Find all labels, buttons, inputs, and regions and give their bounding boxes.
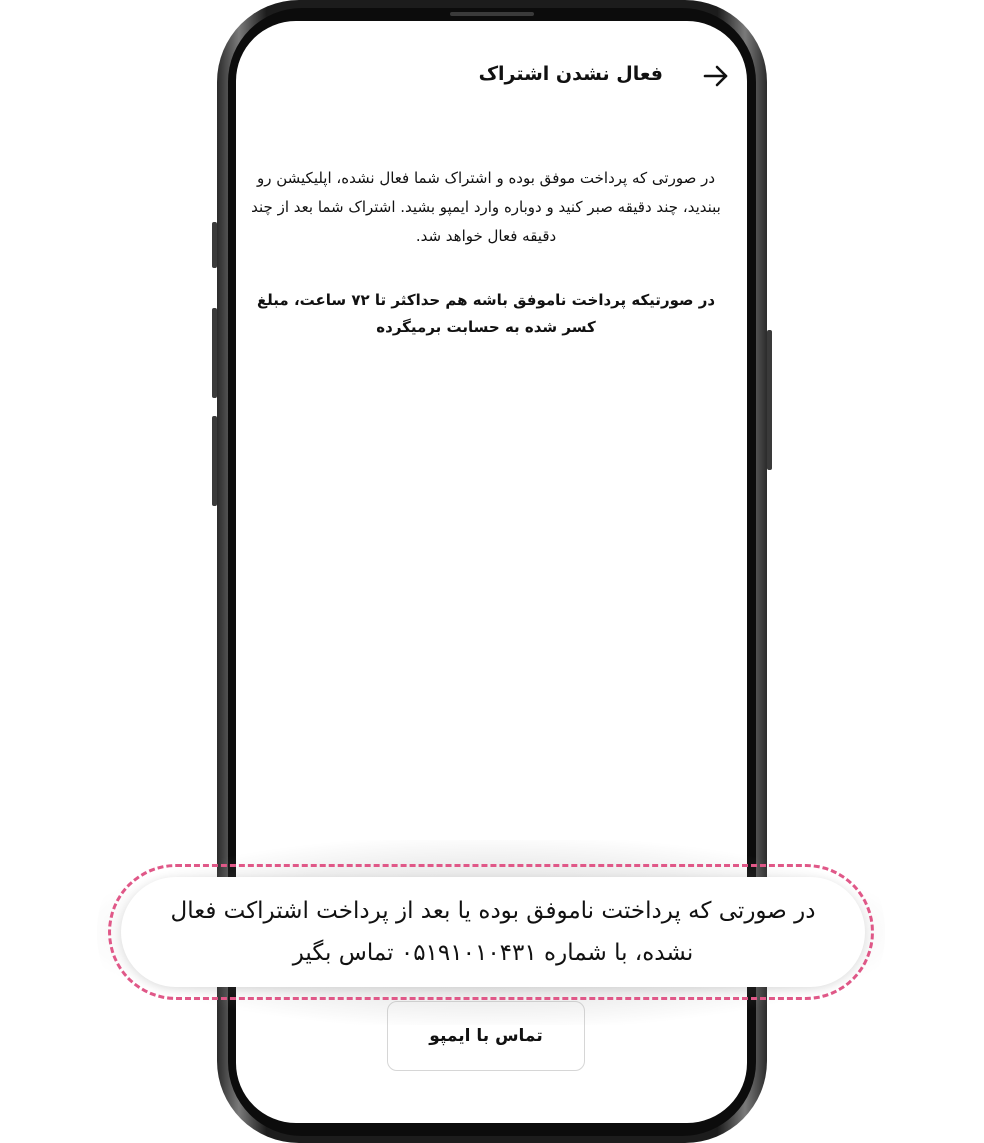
- info-paragraph-success: در صورتی که پرداخت موفق بوده و اشتراک شم…: [251, 169, 721, 245]
- side-button-mute: [212, 222, 217, 268]
- arrow-right-icon[interactable]: [701, 61, 731, 91]
- info-paragraph-failed: در صورتیکه پرداخت ناموفق باشه هم حداکثر …: [256, 291, 716, 336]
- side-button-volume-down: [212, 416, 217, 506]
- stage: فعال نشدن اشتراک در صورتی که پرداخت موفق…: [0, 0, 984, 1143]
- side-button-volume-up: [212, 308, 217, 398]
- page-title: فعال نشدن اشتراک: [478, 63, 663, 85]
- callout-text: در صورتی که پرداختت ناموفق بوده یا بعد ا…: [170, 898, 816, 966]
- support-callout: در صورتی که پرداختت ناموفق بوده یا بعد ا…: [121, 877, 865, 987]
- side-button-power: [767, 330, 772, 470]
- top-bar: فعال نشدن اشتراک: [236, 61, 747, 91]
- speaker-slot: [450, 12, 534, 16]
